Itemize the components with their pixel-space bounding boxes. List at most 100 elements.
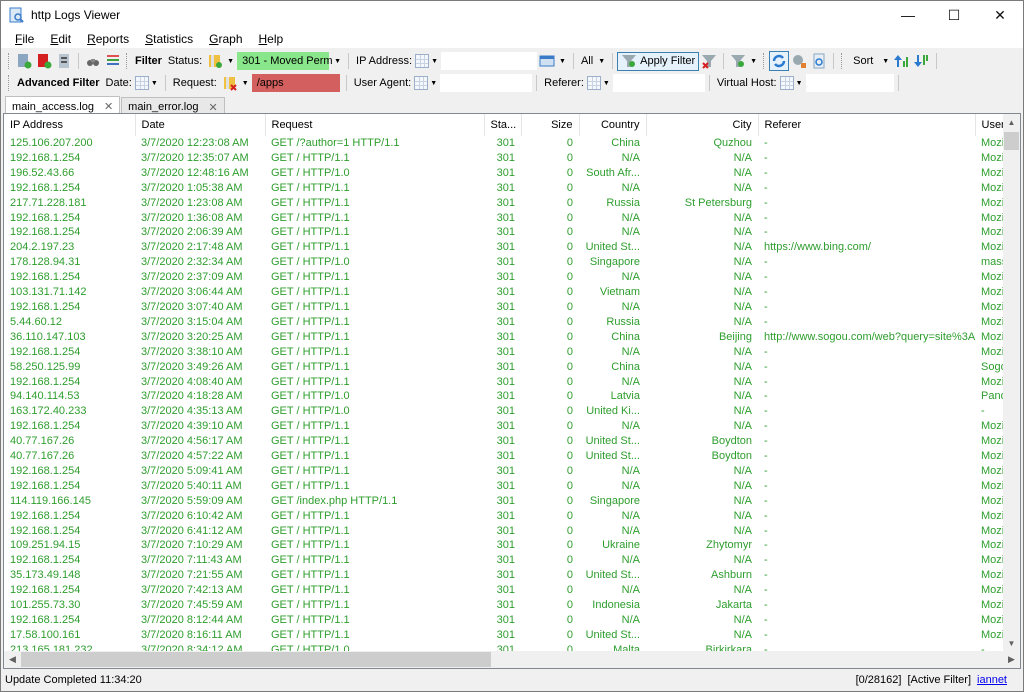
open-log-icon[interactable] bbox=[14, 51, 34, 71]
date-range-icon[interactable] bbox=[537, 51, 557, 71]
menu-file[interactable]: File bbox=[7, 32, 42, 46]
table-row[interactable]: 178.128.94.31 3/7/2020 2:32:34 AM GET / HT… bbox=[4, 255, 1004, 270]
sort-ascending-icon[interactable] bbox=[892, 51, 912, 71]
column-header-status[interactable]: Sta... bbox=[484, 114, 522, 136]
table-row[interactable]: 17.58.100.161 3/7/2020 8:16:11 AM GET / HT… bbox=[4, 628, 1004, 643]
table-row[interactable]: 192.168.1.254 3/7/2020 1:05:38 AM GET / HT… bbox=[4, 181, 1004, 196]
table-row[interactable]: 125.106.207.200 3/7/2020 12:23:08 AM GET /… bbox=[4, 136, 1004, 151]
scroll-right-icon[interactable]: ▶ bbox=[1003, 651, 1020, 668]
date-range-dropdown[interactable]: ▼ bbox=[559, 58, 566, 65]
scroll-down-icon[interactable]: ▼ bbox=[1003, 635, 1020, 652]
vertical-scrollbar[interactable]: ▲ ▼ bbox=[1003, 114, 1020, 652]
status-filter-input[interactable]: 301 - Moved Perm bbox=[237, 52, 333, 70]
reload-file-icon[interactable] bbox=[809, 51, 829, 71]
user-agent-input[interactable] bbox=[440, 74, 533, 92]
column-header-country[interactable]: Country bbox=[579, 114, 647, 136]
menu-edit[interactable]: Edit bbox=[42, 32, 79, 46]
column-header-city[interactable]: City bbox=[646, 114, 759, 136]
column-header-date[interactable]: Date bbox=[135, 114, 266, 136]
table-row[interactable]: 204.2.197.23 3/7/2020 2:17:48 AM GET / HTT… bbox=[4, 240, 1004, 255]
table-row[interactable]: 192.168.1.254 3/7/2020 3:38:10 AM GET / HT… bbox=[4, 345, 1004, 360]
table-row[interactable]: 192.168.1.254 3/7/2020 3:07:40 AM GET / HT… bbox=[4, 300, 1004, 315]
horizontal-scrollbar[interactable]: ◀ ▶ bbox=[4, 651, 1020, 668]
table-row[interactable]: 94.140.114.53 3/7/2020 4:18:28 AM GET / HT… bbox=[4, 389, 1004, 404]
close-button[interactable]: ✕ bbox=[977, 1, 1023, 29]
table-row[interactable]: 192.168.1.254 3/7/2020 8:12:44 AM GET / HT… bbox=[4, 613, 1004, 628]
table-row[interactable]: 192.168.1.254 3/7/2020 2:06:39 AM GET / HT… bbox=[4, 225, 1004, 240]
saved-filters-icon[interactable] bbox=[728, 51, 748, 71]
iannet-link[interactable]: iannet bbox=[977, 674, 1007, 686]
scroll-left-icon[interactable]: ◀ bbox=[4, 651, 21, 668]
table-row[interactable]: 101.255.73.30 3/7/2020 7:45:59 AM GET / HT… bbox=[4, 598, 1004, 613]
table-row[interactable]: 109.251.94.15 3/7/2020 7:10:29 AM GET / HT… bbox=[4, 538, 1004, 553]
date-filter-type-icon[interactable] bbox=[134, 76, 149, 90]
request-filter-type-dropdown[interactable]: ▼ bbox=[242, 80, 249, 87]
table-row[interactable]: 114.119.166.145 3/7/2020 5:59:09 AM GET /i… bbox=[4, 494, 1004, 509]
resolve-hosts-icon[interactable] bbox=[789, 51, 809, 71]
virtual-host-type-icon[interactable] bbox=[779, 76, 794, 90]
toolbar-grip[interactable] bbox=[8, 53, 11, 69]
all-dropdown[interactable]: ▼ bbox=[598, 58, 605, 65]
close-tab-icon[interactable]: ✕ bbox=[208, 101, 217, 114]
toolbar-grip[interactable] bbox=[8, 75, 11, 91]
menu-graph[interactable]: Graph bbox=[201, 32, 250, 46]
column-header-ip[interactable]: IP Address bbox=[4, 114, 136, 136]
menu-reports[interactable]: Reports bbox=[79, 32, 137, 46]
table-row[interactable]: 58.250.125.99 3/7/2020 3:49:26 AM GET / HT… bbox=[4, 360, 1004, 375]
table-row[interactable]: 40.77.167.26 3/7/2020 4:56:17 AM GET / HTT… bbox=[4, 434, 1004, 449]
virtual-host-type-dropdown[interactable]: ▼ bbox=[796, 80, 803, 87]
menu-statistics[interactable]: Statistics bbox=[137, 32, 201, 46]
open-remote-log-icon[interactable] bbox=[34, 51, 54, 71]
table-row[interactable]: 196.52.43.66 3/7/2020 12:48:16 AM GET / HT… bbox=[4, 166, 1004, 181]
sort-descending-icon[interactable] bbox=[912, 51, 932, 71]
status-filter-type-icon[interactable] bbox=[205, 51, 225, 71]
ip-filter-type-icon[interactable] bbox=[415, 54, 430, 68]
saved-filters-dropdown[interactable]: ▼ bbox=[750, 58, 757, 65]
table-row[interactable]: 192.168.1.254 3/7/2020 7:42:13 AM GET / HT… bbox=[4, 583, 1004, 598]
table-row[interactable]: 192.168.1.254 3/7/2020 7:11:43 AM GET / HT… bbox=[4, 553, 1004, 568]
referer-input[interactable] bbox=[612, 74, 705, 92]
close-tab-icon[interactable]: ✕ bbox=[104, 100, 113, 113]
date-filter-dropdown[interactable]: ▼ bbox=[151, 80, 158, 87]
referer-type-icon[interactable] bbox=[586, 76, 601, 90]
status-filter-type-dropdown[interactable]: ▼ bbox=[227, 58, 234, 65]
table-row[interactable]: 35.173.49.148 3/7/2020 7:21:55 AM GET / HT… bbox=[4, 568, 1004, 583]
table-row[interactable]: 192.168.1.254 3/7/2020 12:35:07 AM GET / H… bbox=[4, 151, 1004, 166]
sort-button[interactable]: Sort bbox=[853, 55, 873, 67]
vertical-scroll-thumb[interactable] bbox=[1004, 132, 1019, 150]
table-row[interactable]: 5.44.60.12 3/7/2020 3:15:04 AM GET / HTTP/… bbox=[4, 315, 1004, 330]
referer-type-dropdown[interactable]: ▼ bbox=[603, 80, 610, 87]
table-row[interactable]: 36.110.147.103 3/7/2020 3:20:25 AM GET / H… bbox=[4, 330, 1004, 345]
table-row[interactable]: 192.168.1.254 3/7/2020 5:40:11 AM GET / HT… bbox=[4, 479, 1004, 494]
status-filter-dropdown[interactable]: ▼ bbox=[334, 58, 341, 65]
table-row[interactable]: 40.77.167.26 3/7/2020 4:57:22 AM GET / HTT… bbox=[4, 449, 1004, 464]
column-header-size[interactable]: Size bbox=[521, 114, 580, 136]
table-row[interactable]: 192.168.1.254 3/7/2020 1:36:08 AM GET / HT… bbox=[4, 211, 1004, 226]
table-row[interactable]: 192.168.1.254 3/7/2020 6:10:42 AM GET / HT… bbox=[4, 509, 1004, 524]
auto-refresh-icon[interactable] bbox=[769, 51, 790, 71]
scroll-up-icon[interactable]: ▲ bbox=[1003, 114, 1020, 131]
binoculars-find-icon[interactable] bbox=[83, 51, 103, 71]
column-header-user-agent[interactable]: User A bbox=[975, 114, 1005, 136]
table-row[interactable]: 103.131.71.142 3/7/2020 3:06:44 AM GET / H… bbox=[4, 285, 1004, 300]
log-properties-icon[interactable] bbox=[54, 51, 74, 71]
ip-filter-type-dropdown[interactable]: ▼ bbox=[431, 58, 438, 65]
table-row[interactable]: 217.71.228.181 3/7/2020 1:23:08 AM GET / H… bbox=[4, 196, 1004, 211]
virtual-host-input[interactable] bbox=[805, 74, 894, 92]
table-row[interactable]: 192.168.1.254 3/7/2020 4:08:40 AM GET / HT… bbox=[4, 375, 1004, 390]
column-header-referer[interactable]: Referer bbox=[758, 114, 976, 136]
maximize-button[interactable]: ☐ bbox=[931, 1, 977, 29]
menu-help[interactable]: Help bbox=[251, 32, 292, 46]
minimize-button[interactable]: — bbox=[885, 1, 931, 29]
horizontal-scroll-thumb[interactable] bbox=[21, 652, 491, 667]
all-selector[interactable]: All bbox=[581, 55, 593, 67]
sort-dropdown[interactable]: ▼ bbox=[882, 58, 889, 65]
table-row[interactable]: 192.168.1.254 3/7/2020 5:09:41 AM GET / HT… bbox=[4, 464, 1004, 479]
table-row[interactable]: 192.168.1.254 3/7/2020 6:41:12 AM GET / HT… bbox=[4, 524, 1004, 539]
ip-address-input[interactable] bbox=[441, 52, 538, 70]
request-filter-input[interactable]: /apps bbox=[251, 74, 340, 92]
columns-list-icon[interactable] bbox=[103, 51, 123, 71]
table-row[interactable]: 192.168.1.254 3/7/2020 4:39:10 AM GET / HT… bbox=[4, 419, 1004, 434]
table-row[interactable]: 192.168.1.254 3/7/2020 2:37:09 AM GET / HT… bbox=[4, 270, 1004, 285]
request-filter-type-icon[interactable] bbox=[220, 73, 240, 93]
